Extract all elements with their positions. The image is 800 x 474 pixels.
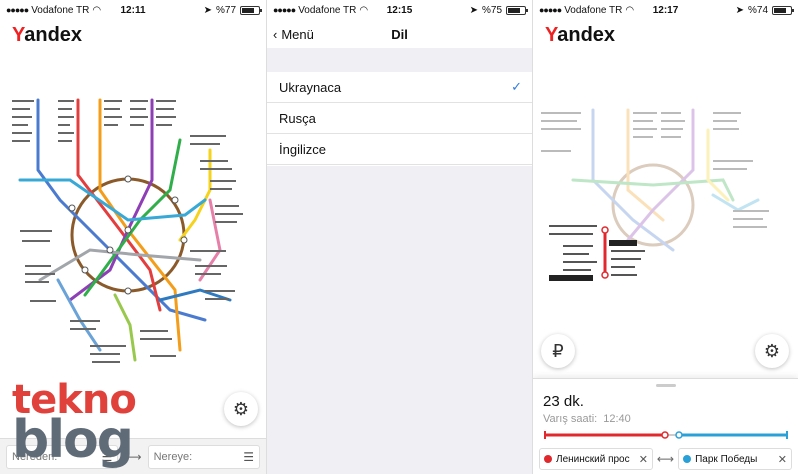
gear-icon: ⚙	[763, 340, 781, 361]
route-panel[interactable]: 23 dk. Varış saati: 12:40 Ленинский прос …	[533, 378, 798, 474]
battery-icon	[772, 5, 794, 15]
location-icon: ➤	[469, 4, 478, 16]
location-icon: ➤	[203, 4, 212, 16]
to-placeholder: Nereye:	[153, 450, 193, 463]
status-bar: ●●●●● Vodafone TR ◠ 12:15 ➤ %75	[267, 0, 532, 20]
back-button[interactable]: ‹ Menü	[273, 27, 314, 42]
battery-icon	[240, 5, 262, 15]
from-station-chip[interactable]: Ленинский прос ✕	[539, 448, 653, 470]
nav-bar: ‹ Menü Dil	[267, 20, 532, 48]
metro-map[interactable]	[0, 80, 266, 380]
carrier-label: Vodafone TR	[564, 4, 623, 16]
battery-percent: %77	[215, 4, 236, 16]
phone-screen-route: ●●●●● Vodafone TR ◠ 12:17 ➤ %74 Yandex ₽…	[532, 0, 798, 474]
battery-level-fill	[508, 7, 520, 13]
signal-icon: ●●●●●	[273, 5, 296, 15]
carrier-label: Vodafone TR	[31, 4, 90, 16]
chevron-left-icon: ‹	[273, 26, 278, 42]
battery-level-fill	[774, 7, 786, 13]
checkmark-icon: ✓	[511, 79, 522, 94]
wifi-icon: ◠	[92, 4, 102, 16]
line-color-dot	[544, 455, 552, 463]
clear-from-icon[interactable]: ✕	[639, 453, 648, 466]
status-bar: ●●●●● Vodafone TR ◠ 12:17 ➤ %74	[533, 0, 798, 20]
station-selector: Ленинский прос ✕ ⟷ Парк Победы ✕	[539, 448, 793, 470]
phone-screen-language: ●●●●● Vodafone TR ◠ 12:15 ➤ %75 ‹ Menü D…	[266, 0, 532, 474]
battery-level-fill	[242, 7, 255, 13]
language-item-ukrainian[interactable]: Ukraynaca ✓	[267, 72, 532, 103]
section-separator	[267, 48, 532, 72]
drag-handle[interactable]	[655, 384, 676, 387]
from-station-label: Ленинский прос	[556, 453, 630, 465]
battery-percent: %74	[747, 4, 768, 16]
language-item-english[interactable]: İngilizce	[267, 134, 532, 165]
yandex-logo: Yandex	[12, 24, 83, 46]
language-item-russian[interactable]: Rusça	[267, 103, 532, 134]
back-label: Menü	[281, 26, 314, 42]
wifi-icon: ◠	[359, 4, 369, 16]
language-label: Ukraynaca	[279, 79, 342, 95]
metro-map-route[interactable]	[533, 100, 798, 320]
settings-gear-button[interactable]: ⚙	[224, 392, 258, 426]
signal-icon: ●●●●●	[6, 5, 29, 15]
yandex-logo: Yandex	[545, 24, 616, 46]
swap-arrows-icon[interactable]: ⟷	[657, 452, 674, 466]
fare-button[interactable]: ₽	[541, 334, 575, 368]
location-icon: ➤	[735, 4, 744, 16]
wifi-icon: ◠	[625, 4, 635, 16]
arrival-info: Varış saati: 12:40	[543, 413, 631, 425]
arrival-time: 12:40	[603, 413, 631, 425]
ruble-icon: ₽	[552, 340, 564, 361]
to-station-label: Парк Победы	[695, 453, 758, 465]
clear-to-icon[interactable]: ✕	[778, 453, 787, 466]
watermark-line2: blog	[12, 410, 134, 470]
empty-background	[267, 166, 532, 474]
carrier-label: Vodafone TR	[298, 4, 357, 16]
line-color-dot	[683, 455, 692, 463]
language-label: Rusça	[279, 110, 316, 126]
settings-gear-button[interactable]: ⚙	[755, 334, 789, 368]
language-label: İngilizce	[279, 141, 326, 157]
to-station-chip[interactable]: Парк Победы ✕	[678, 448, 793, 470]
teknoblog-watermark: tekno blog	[12, 380, 137, 470]
gear-icon: ⚙	[232, 398, 250, 419]
language-list: Ukraynaca ✓ Rusça İngilizce	[267, 72, 532, 165]
to-list-icon[interactable]: ☰	[243, 450, 254, 464]
battery-icon	[506, 5, 528, 15]
battery-percent: %75	[481, 4, 502, 16]
route-line	[544, 431, 788, 439]
signal-icon: ●●●●●	[539, 5, 562, 15]
to-field[interactable]: Nereye: ☰	[147, 444, 261, 469]
arrival-label: Varış saati:	[543, 413, 598, 425]
status-bar: ●●●●● Vodafone TR ◠ 12:11 ➤ %77	[0, 0, 266, 20]
route-duration: 23 dk.	[543, 393, 584, 410]
